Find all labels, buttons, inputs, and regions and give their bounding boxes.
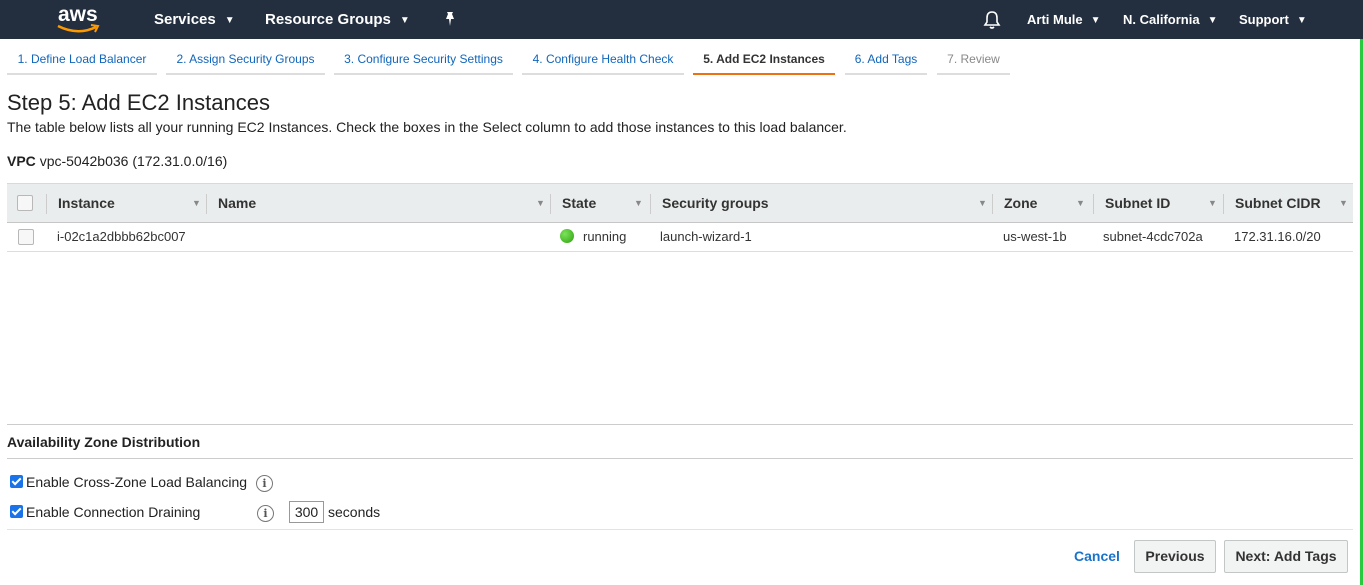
section-divider (7, 424, 1353, 425)
step-configure-security-settings[interactable]: 3. Configure Security Settings (334, 45, 513, 75)
sort-icon: ▼ (1076, 198, 1085, 208)
sort-icon: ▼ (1339, 198, 1348, 208)
info-icon[interactable]: i (257, 505, 274, 522)
page-description: The table below lists all your running E… (7, 119, 847, 135)
resource-groups-menu[interactable]: Resource Groups ▼ (265, 0, 410, 39)
pin-icon[interactable] (442, 11, 458, 27)
step-configure-health-check[interactable]: 4. Configure Health Check (522, 45, 684, 75)
vpc-value: vpc-5042b036 (172.31.0.0/16) (39, 153, 228, 169)
availability-zone-title: Availability Zone Distribution (7, 434, 201, 450)
user-menu[interactable]: Arti Mule ▼ (1027, 0, 1101, 39)
cell-instance-id: i-02c1a2dbbb62bc007 (57, 229, 186, 244)
previous-button[interactable]: Previous (1134, 540, 1216, 573)
support-label: Support (1239, 12, 1289, 27)
sort-icon: ▼ (536, 198, 545, 208)
column-label: State (562, 195, 597, 211)
footer-divider (7, 529, 1353, 530)
cell-subnet-id: subnet-4cdc702a (1103, 229, 1203, 244)
column-label: Instance (58, 195, 115, 211)
top-navigation-bar: aws Services ▼ Resource Groups ▼ Arti Mule… (0, 0, 1363, 39)
chevron-down-icon: ▼ (1090, 15, 1101, 26)
services-menu[interactable]: Services ▼ (154, 0, 235, 39)
region-label: N. California (1123, 12, 1200, 27)
column-header-security-groups[interactable]: Security groups ▼ (662, 184, 988, 223)
state-label: running (583, 229, 627, 244)
column-header-state[interactable]: State ▼ (562, 184, 646, 223)
column-header-subnet-id[interactable]: Subnet ID ▼ (1105, 184, 1220, 223)
chevron-down-icon: ▼ (1296, 15, 1307, 26)
column-header-name[interactable]: Name ▼ (218, 184, 548, 223)
chevron-down-icon: ▼ (224, 15, 235, 26)
user-label: Arti Mule (1027, 12, 1083, 27)
connection-draining-label[interactable]: Enable Connection Draining (26, 504, 200, 520)
status-running-icon (560, 229, 574, 243)
column-label: Subnet CIDR (1235, 195, 1321, 211)
bell-icon[interactable] (982, 10, 1002, 30)
cross-zone-label[interactable]: Enable Cross-Zone Load Balancing (26, 474, 247, 490)
next-add-tags-button[interactable]: Next: Add Tags (1224, 540, 1348, 573)
cell-security-groups: launch-wizard-1 (660, 229, 752, 244)
region-menu[interactable]: N. California ▼ (1123, 0, 1217, 39)
vpc-label: VPC (7, 153, 36, 169)
vpc-info: VPC vpc-5042b036 (172.31.0.0/16) (7, 153, 227, 169)
cancel-button[interactable]: Cancel (1074, 548, 1120, 564)
support-menu[interactable]: Support ▼ (1239, 0, 1307, 39)
services-label: Services (154, 11, 216, 28)
info-icon[interactable]: i (256, 475, 273, 492)
column-label: Security groups (662, 195, 769, 211)
seconds-label: seconds (328, 504, 381, 520)
column-label: Name (218, 195, 257, 211)
cell-state: running (560, 223, 626, 251)
page-title: Step 5: Add EC2 Instances (7, 90, 270, 115)
aws-logo[interactable]: aws (52, 2, 108, 36)
draining-timeout-input[interactable] (289, 501, 324, 523)
table-row[interactable]: i-02c1a2dbbb62bc007 running launch-wizar… (7, 223, 1353, 252)
chevron-down-icon: ▼ (1207, 15, 1218, 26)
step-assign-security-groups[interactable]: 2. Assign Security Groups (166, 45, 325, 75)
step-add-tags[interactable]: 6. Add Tags (845, 45, 927, 75)
aws-smile-icon (57, 24, 100, 33)
column-header-subnet-cidr[interactable]: Subnet CIDR ▼ (1235, 184, 1353, 223)
sort-icon: ▼ (192, 198, 201, 208)
step-review: 7. Review (937, 45, 1010, 75)
chevron-down-icon: ▼ (399, 15, 410, 26)
column-label: Subnet ID (1105, 195, 1171, 211)
table-header: Instance ▼ Name ▼ State ▼ Security group… (7, 183, 1353, 223)
select-all-checkbox[interactable] (17, 195, 33, 211)
column-label: Zone (1004, 195, 1038, 211)
step-add-ec2-instances[interactable]: 5. Add EC2 Instances (693, 45, 835, 75)
sort-icon: ▼ (634, 198, 643, 208)
cell-subnet-cidr: 172.31.16.0/20 (1234, 229, 1321, 244)
cross-zone-checkbox[interactable] (10, 475, 23, 488)
section-divider (7, 458, 1353, 459)
instances-table: Instance ▼ Name ▼ State ▼ Security group… (7, 183, 1353, 252)
sort-icon: ▼ (1208, 198, 1217, 208)
column-header-zone[interactable]: Zone ▼ (1004, 184, 1085, 223)
wizard-steps: 1. Define Load Balancer 2. Assign Securi… (0, 39, 1360, 79)
step-define-load-balancer[interactable]: 1. Define Load Balancer (7, 45, 157, 75)
column-header-instance[interactable]: Instance ▼ (58, 184, 204, 223)
row-select-checkbox[interactable] (18, 229, 34, 245)
connection-draining-checkbox[interactable] (10, 505, 23, 518)
cell-zone: us-west-1b (1003, 229, 1067, 244)
resource-groups-label: Resource Groups (265, 11, 391, 28)
sort-icon: ▼ (978, 198, 987, 208)
